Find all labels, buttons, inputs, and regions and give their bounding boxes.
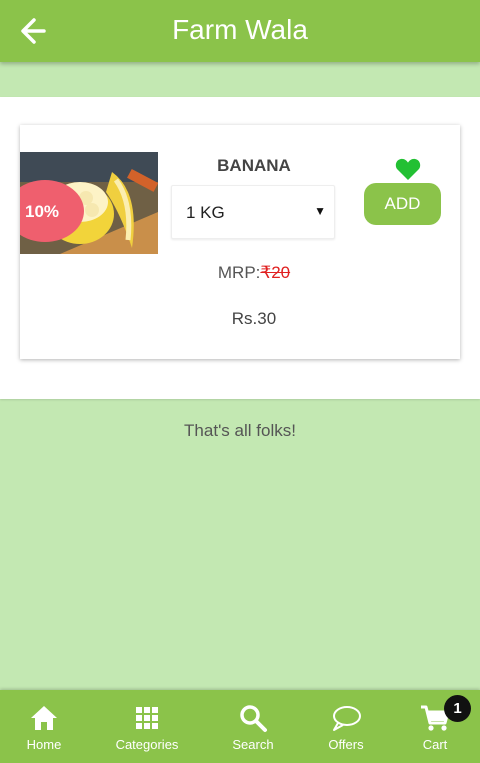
quantity-select[interactable]: 1 KG ▼ bbox=[171, 185, 335, 239]
app-title: Farm Wala bbox=[172, 14, 308, 45]
nav-home[interactable]: Home bbox=[0, 690, 90, 763]
nav-label-search: Search bbox=[232, 737, 274, 752]
app-header: Farm Wala bbox=[0, 0, 480, 62]
nav-label-offers: Offers bbox=[328, 737, 364, 752]
cart-count-badge: 1 bbox=[444, 695, 471, 722]
selling-price: Rs.30 bbox=[231, 309, 277, 328]
nav-label-cart: Cart bbox=[422, 737, 448, 752]
product-list-panel: 10% BANANA 1 KG ▼ ADD MRP:₹20 Rs.30 bbox=[0, 97, 480, 399]
discount-label: 10% bbox=[24, 202, 60, 221]
product-name: BANANA bbox=[217, 156, 291, 175]
chat-bubble-icon bbox=[333, 706, 361, 731]
mrp-row: MRP:₹20 bbox=[170, 263, 338, 283]
end-of-list-text: That's all folks! bbox=[184, 421, 296, 440]
add-to-cart-button[interactable]: ADD bbox=[364, 183, 441, 225]
search-icon bbox=[240, 705, 267, 732]
wishlist-button[interactable] bbox=[395, 157, 421, 181]
dropdown-arrow-icon: ▼ bbox=[314, 204, 326, 218]
nav-search[interactable]: Search bbox=[207, 690, 299, 763]
mrp-label: MRP: bbox=[217, 263, 261, 282]
quantity-value: 1 KG bbox=[186, 203, 225, 222]
grid-icon bbox=[136, 707, 158, 729]
bottom-navigation: Home Categories Search Offers Cart bbox=[0, 690, 480, 763]
nav-label-categories: Categories bbox=[115, 737, 179, 752]
nav-offers[interactable]: Offers bbox=[300, 690, 392, 763]
mrp-price: ₹20 bbox=[260, 263, 291, 282]
nav-categories[interactable]: Categories bbox=[101, 690, 193, 763]
home-icon bbox=[31, 706, 57, 730]
heart-icon bbox=[395, 158, 421, 180]
product-card[interactable]: 10% BANANA 1 KG ▼ ADD MRP:₹20 Rs.30 bbox=[20, 125, 460, 359]
nav-label-home: Home bbox=[26, 737, 62, 752]
product-image[interactable]: 10% bbox=[20, 152, 158, 254]
